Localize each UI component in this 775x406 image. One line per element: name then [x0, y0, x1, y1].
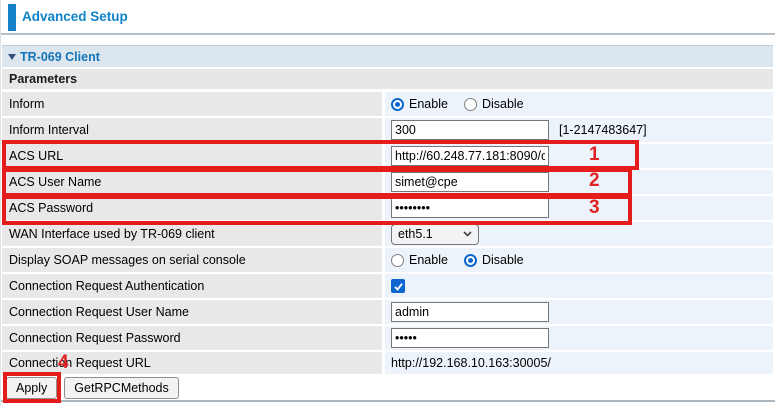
- row-label: WAN Interface used by TR-069 client: [2, 222, 382, 246]
- conn-req-password-input[interactable]: [391, 328, 549, 348]
- soap-enable-radio[interactable]: [391, 254, 404, 267]
- chevron-down-icon: [463, 231, 472, 237]
- row-value: [385, 326, 773, 350]
- acs-password-input[interactable]: [391, 198, 549, 218]
- soap-disable-label: Disable: [482, 253, 524, 267]
- apply-button[interactable]: Apply: [6, 377, 57, 399]
- row-acs-url: ACS URL: [2, 144, 773, 168]
- inform-disable-radio[interactable]: [464, 98, 477, 111]
- soap-disable-radio[interactable]: [464, 254, 477, 267]
- row-value: [385, 144, 773, 168]
- parameters-table: TR-069 Client Parameters Inform Enable D…: [2, 45, 773, 399]
- inform-interval-range-hint: [1-2147483647]: [559, 123, 647, 137]
- row-label: ACS User Name: [2, 170, 382, 194]
- row-label: Display SOAP messages on serial console: [2, 248, 382, 272]
- top-divider: [1, 33, 775, 35]
- row-value: [385, 170, 773, 194]
- row-value: [385, 300, 773, 324]
- row-value: [1-2147483647]: [385, 118, 773, 142]
- row-label: Connection Request Password: [2, 326, 382, 350]
- row-inform: Inform Enable Disable: [2, 92, 773, 116]
- row-label: Connection Request User Name: [2, 300, 382, 324]
- row-acs-password: ACS Password: [2, 196, 773, 220]
- parameters-subheader: Parameters: [2, 69, 773, 89]
- page-title: Advanced Setup: [22, 9, 128, 24]
- row-conn-req-auth: Connection Request Authentication: [2, 274, 773, 298]
- checkmark-icon: [393, 281, 404, 292]
- inform-interval-input[interactable]: [391, 120, 549, 140]
- row-label: Connection Request URL: [2, 352, 382, 374]
- inform-enable-label: Enable: [409, 97, 448, 111]
- row-conn-req-user: Connection Request User Name: [2, 300, 773, 324]
- row-wan-interface: WAN Interface used by TR-069 client eth5…: [2, 222, 773, 246]
- soap-enable-label: Enable: [409, 253, 448, 267]
- row-label: ACS Password: [2, 196, 382, 220]
- row-value: Enable Disable: [385, 92, 773, 116]
- row-conn-req-password: Connection Request Password: [2, 326, 773, 350]
- row-label: Connection Request Authentication: [2, 274, 382, 298]
- row-value: [385, 274, 773, 298]
- inform-disable-label: Disable: [482, 97, 524, 111]
- button-row: Apply GetRPCMethods: [2, 377, 773, 399]
- acs-url-input[interactable]: [391, 146, 549, 166]
- acs-user-name-input[interactable]: [391, 172, 549, 192]
- row-value: http://192.168.10.163:30005/: [385, 352, 773, 374]
- row-label: Inform: [2, 92, 382, 116]
- bottom-divider: [1, 400, 775, 402]
- conn-req-auth-checkbox[interactable]: [391, 279, 405, 293]
- inform-enable-radio[interactable]: [391, 98, 404, 111]
- get-rpc-methods-button[interactable]: GetRPCMethods: [64, 377, 178, 399]
- wan-interface-select[interactable]: eth5.1: [391, 224, 479, 245]
- section-title: TR-069 Client: [20, 50, 100, 64]
- row-display-soap: Display SOAP messages on serial console …: [2, 248, 773, 272]
- tr069-client-page: Advanced Setup TR-069 Client Parameters …: [0, 0, 775, 406]
- row-inform-interval: Inform Interval [1-2147483647]: [2, 118, 773, 142]
- title-accent-bar: [8, 4, 16, 31]
- row-label: ACS URL: [2, 144, 382, 168]
- row-value: Enable Disable: [385, 248, 773, 272]
- row-conn-req-url: Connection Request URL http://192.168.10…: [2, 352, 773, 374]
- collapse-triangle-icon: [8, 54, 16, 60]
- row-value: [385, 196, 773, 220]
- wan-interface-selected-value: eth5.1: [398, 227, 433, 241]
- row-value: eth5.1: [385, 222, 773, 246]
- section-header-tr069[interactable]: TR-069 Client: [2, 45, 773, 67]
- row-label: Inform Interval: [2, 118, 382, 142]
- conn-req-url-text: http://192.168.10.163:30005/: [391, 356, 551, 370]
- row-acs-user-name: ACS User Name: [2, 170, 773, 194]
- conn-req-user-input[interactable]: [391, 302, 549, 322]
